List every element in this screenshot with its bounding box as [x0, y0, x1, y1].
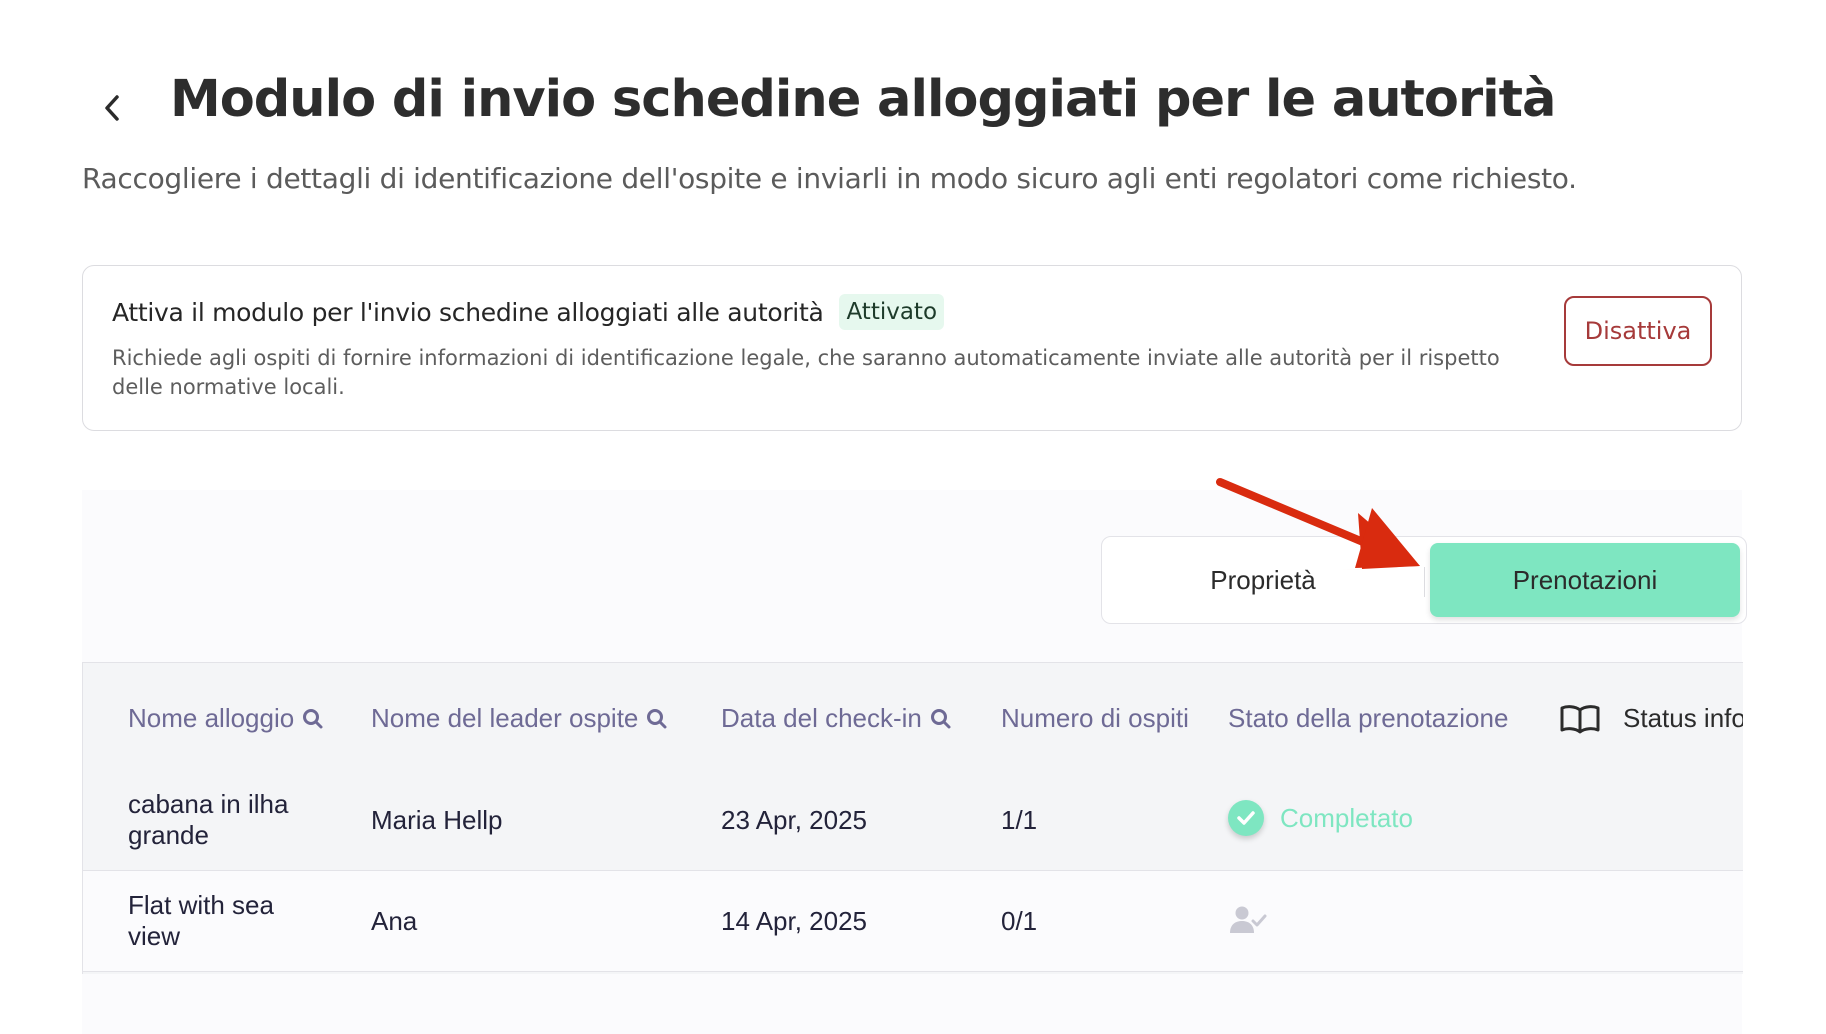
user-check-icon	[1230, 906, 1267, 933]
column-header-label: Numero di ospiti	[1001, 703, 1189, 733]
bookings-table: Nome alloggio Nome del leader ospite Dat…	[82, 662, 1743, 974]
column-header-label: Data del check-in	[721, 703, 922, 733]
cell-property: Flat with sea view	[128, 890, 328, 952]
cell-checkin: 23 Apr, 2025	[721, 805, 868, 835]
column-header-status-info[interactable]: Status info	[1559, 703, 1743, 734]
column-header-label: Status info	[1623, 703, 1743, 733]
cell-checkin: 14 Apr, 2025	[721, 906, 868, 936]
table-row[interactable]: Flat with sea view Ana 14 Apr, 2025 0/1	[83, 871, 1743, 972]
check-circle-icon	[1228, 800, 1264, 836]
view-toggle: Proprietà Prenotazioni	[1101, 536, 1747, 624]
cell-guests: 1/1	[1001, 805, 1038, 835]
module-activation-card: Attiva il modulo per l'invio schedine al…	[82, 265, 1742, 431]
book-icon	[1560, 704, 1600, 733]
cell-property-line: cabana in ilha	[128, 789, 289, 819]
column-header-leader[interactable]: Nome del leader ospite	[371, 703, 668, 734]
column-header-label: Nome alloggio	[128, 703, 295, 733]
tab-bookings[interactable]: Prenotazioni	[1430, 543, 1740, 617]
tab-properties[interactable]: Proprietà	[1102, 537, 1424, 623]
cell-booking-status: Completato	[1228, 800, 1413, 836]
disable-button[interactable]: Disattiva	[1564, 296, 1712, 366]
page-subtitle: Raccogliere i dettagli di identificazion…	[82, 162, 1577, 195]
column-header-booking-status: Stato della prenotazione	[1228, 703, 1508, 734]
search-icon[interactable]	[930, 708, 952, 730]
cell-booking-status	[1228, 905, 1268, 942]
column-header-property[interactable]: Nome alloggio	[128, 703, 324, 734]
cell-property-line: Flat with sea	[128, 890, 274, 920]
column-header-label: Stato della prenotazione	[1228, 703, 1509, 733]
cell-property-line: grande	[128, 820, 209, 850]
search-icon[interactable]	[302, 708, 324, 730]
module-card-description: Richiede agli ospiti di fornire informaz…	[112, 346, 1500, 399]
column-header-label: Nome del leader ospite	[371, 703, 639, 733]
chevron-left-icon	[105, 95, 119, 121]
toggle-divider	[1424, 567, 1425, 597]
column-header-guests: Numero di ospiti	[1001, 703, 1189, 734]
module-card-title: Attiva il modulo per l'invio schedine al…	[112, 297, 824, 327]
table-header: Nome alloggio Nome del leader ospite Dat…	[83, 662, 1743, 772]
back-button[interactable]	[82, 78, 142, 138]
search-icon[interactable]	[646, 708, 668, 730]
cell-leader: Maria Hellp	[371, 805, 503, 835]
column-header-checkin[interactable]: Data del check-in	[721, 703, 952, 734]
status-text: Completato	[1280, 802, 1413, 833]
cell-property-line: view	[128, 921, 181, 951]
status-badge: Attivato	[839, 294, 945, 330]
cell-leader: Ana	[371, 906, 418, 936]
table-row[interactable]: cabana in ilha grande Maria Hellp 23 Apr…	[83, 770, 1743, 871]
cell-property: cabana in ilha grande	[128, 789, 328, 851]
page-title: Modulo di invio schedine alloggiati per …	[170, 70, 1556, 129]
cell-guests: 0/1	[1001, 906, 1038, 936]
